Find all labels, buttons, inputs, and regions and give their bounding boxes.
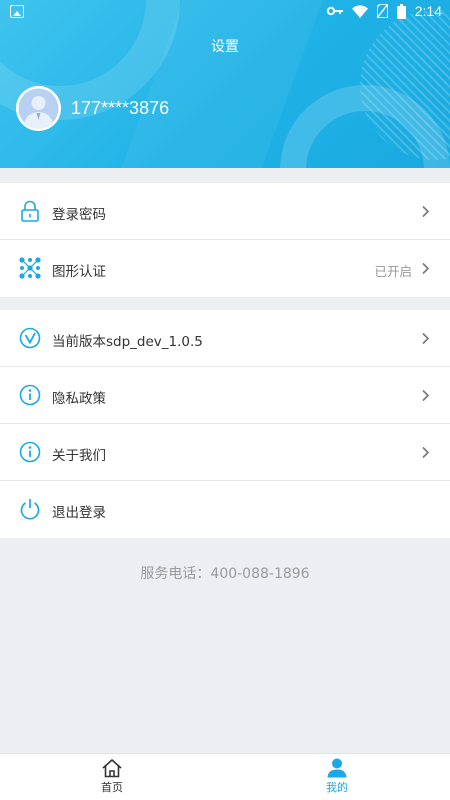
wifi-icon: [351, 4, 368, 18]
avatar[interactable]: [16, 86, 61, 131]
pattern-auth-status: 已开启: [374, 264, 412, 279]
service-phone: 服务电话：400-088-1896: [140, 566, 310, 582]
settings-row-privacy-policy[interactable]: 隐私政策: [0, 367, 450, 424]
info-icon: [19, 384, 41, 406]
tab-mine[interactable]: 我的: [287, 758, 387, 795]
settings-row-login-password[interactable]: 登录密码: [0, 183, 450, 240]
settings-row-label: 关于我们: [52, 448, 106, 464]
chevron-right-icon: [422, 332, 430, 345]
settings-row-about-us[interactable]: 关于我们: [0, 424, 450, 481]
settings-row-label: 退出登录: [52, 505, 106, 521]
tab-home-label: 首页: [101, 781, 123, 794]
about-settings-group: 当前版本sdp_dev_1.0.5 隐私政策 关于我们 退出登录: [0, 310, 450, 538]
settings-row-label: 当前版本sdp_dev_1.0.5: [52, 334, 203, 350]
chevron-right-icon: [422, 205, 430, 218]
tab-home[interactable]: 首页: [62, 758, 162, 795]
lock-icon: [21, 200, 39, 222]
status-bar: 2:14: [0, 0, 450, 24]
settings-row-label: 图形认证: [52, 264, 106, 280]
status-time: 2:14: [414, 3, 442, 19]
pattern-icon: [19, 257, 41, 279]
tab-mine-label: 我的: [326, 781, 348, 794]
bottom-tab-bar: 首页 我的: [0, 753, 450, 800]
page-title: 设置: [211, 39, 239, 55]
user-avatar-icon: [16, 86, 61, 131]
user-icon: [327, 758, 347, 778]
settings-row-version[interactable]: 当前版本sdp_dev_1.0.5: [0, 310, 450, 367]
no-sim-icon: [376, 4, 388, 18]
home-icon: [102, 759, 122, 778]
battery-icon: [396, 3, 406, 19]
settings-row-logout[interactable]: 退出登录: [0, 481, 450, 538]
vpn-key-icon: [326, 6, 343, 16]
security-settings-group: 登录密码 图形认证 已开启: [0, 183, 450, 297]
gallery-notification-icon: [10, 5, 24, 18]
settings-row-label: 隐私政策: [52, 391, 106, 407]
power-icon: [20, 499, 40, 520]
info-icon: [19, 441, 41, 463]
version-icon: [19, 327, 41, 349]
chevron-right-icon: [422, 262, 430, 275]
profile-header: 2:14 设置 177****3876: [0, 0, 450, 168]
user-phone: 177****3876: [71, 98, 170, 118]
settings-row-pattern-auth[interactable]: 图形认证 已开启: [0, 240, 450, 297]
chevron-right-icon: [422, 446, 430, 459]
chevron-right-icon: [422, 389, 430, 402]
settings-row-label: 登录密码: [52, 207, 106, 223]
